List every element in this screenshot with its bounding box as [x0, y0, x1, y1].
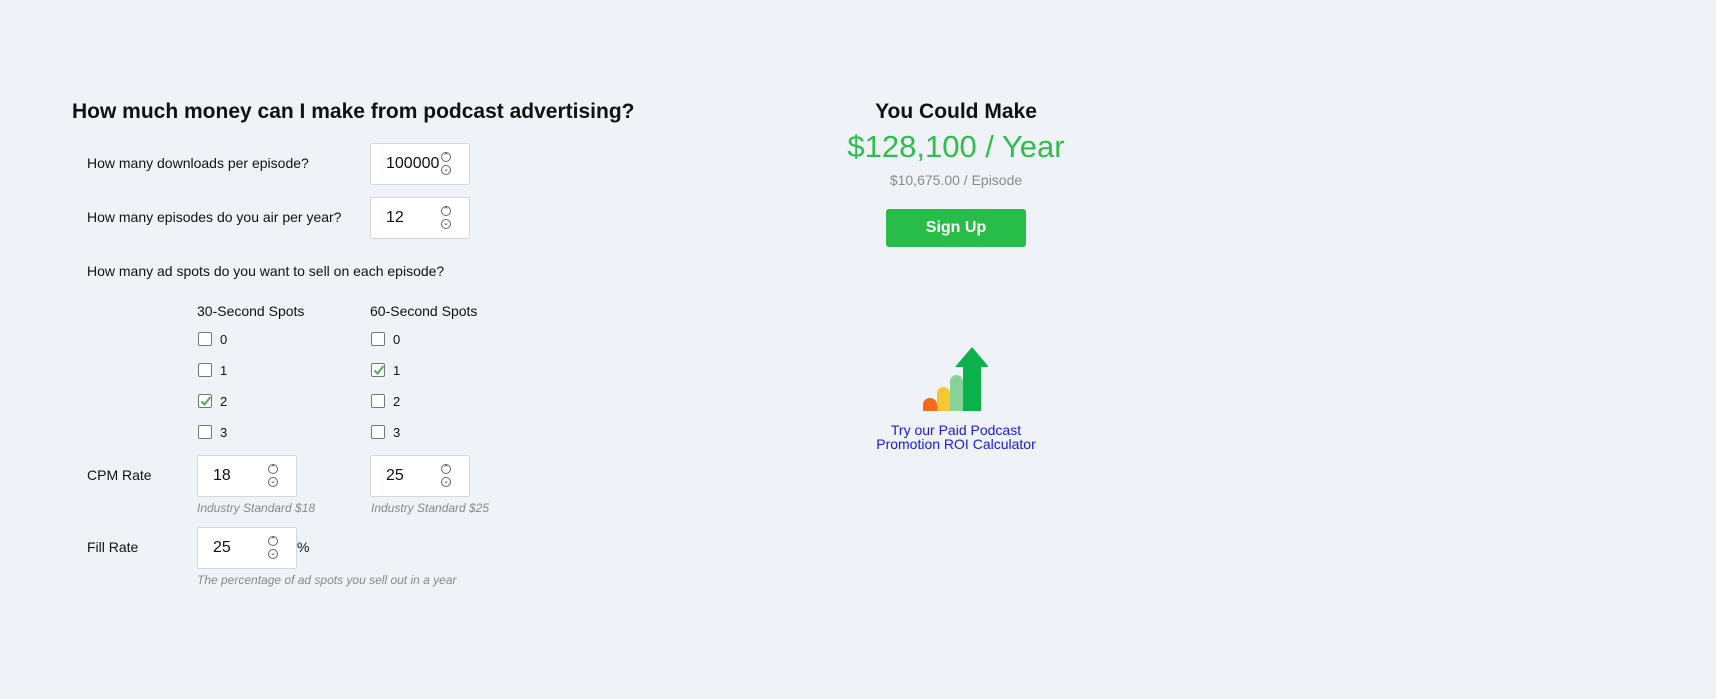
spots60-option-label: 3 [393, 425, 401, 440]
cpm30-input[interactable]: 18 ⌃ ⌄ [197, 455, 297, 497]
spots30-checkbox-3[interactable] [198, 425, 212, 439]
spots60-checkbox-1[interactable] [371, 363, 385, 377]
spots60-header: 60-Second Spots [370, 303, 478, 319]
downloads-spinner[interactable]: ⌃ ⌄ [441, 152, 453, 178]
cpm30-value: 18 [213, 467, 231, 484]
spin-up-icon[interactable]: ⌃ [268, 464, 278, 474]
spin-up-icon[interactable]: ⌃ [441, 152, 451, 162]
spots60-checkbox-3[interactable] [371, 425, 385, 439]
spots30-option-label: 2 [220, 394, 228, 409]
roi-calculator-link[interactable]: Try our Paid Podcast Promotion ROI Calcu… [856, 423, 1056, 451]
cpm30-hint: Industry Standard $18 [197, 501, 316, 515]
fill-rate-unit: % [297, 539, 310, 555]
spots60-checkbox-2[interactable] [371, 394, 385, 408]
spin-up-icon[interactable]: ⌃ [441, 206, 451, 216]
cpm60-input[interactable]: 25 ⌃ ⌄ [370, 455, 470, 497]
checkmark-icon [373, 365, 385, 375]
result-per-episode: $10,675.00 / Episode [889, 172, 1023, 188]
spots30-option-label: 0 [220, 332, 228, 347]
cpm-label: CPM Rate [87, 467, 152, 483]
sign-up-button[interactable]: Sign Up [886, 209, 1026, 247]
downloads-label: How many downloads per episode? [87, 155, 309, 171]
cpm30-spinner[interactable]: ⌃ ⌄ [268, 464, 280, 490]
episodes-label: How many episodes do you air per year? [87, 209, 342, 225]
result-title: You Could Make [875, 100, 1037, 123]
spots30-checkbox-0[interactable] [198, 332, 212, 346]
spin-down-icon[interactable]: ⌄ [441, 477, 451, 487]
episodes-input[interactable]: 12 ⌃ ⌄ [370, 197, 470, 239]
spots30-option-label: 3 [220, 425, 228, 440]
result-amount: $128,100 / Year [847, 129, 1065, 164]
spin-up-icon[interactable]: ⌃ [441, 464, 451, 474]
roi-link-line2: Promotion ROI Calculator [876, 436, 1036, 452]
cpm60-value: 25 [386, 467, 404, 484]
spots60-option-label: 0 [393, 332, 401, 347]
spin-down-icon[interactable]: ⌄ [441, 165, 451, 175]
growth-chart-icon [923, 347, 988, 411]
spots30-checkbox-1[interactable] [198, 363, 212, 377]
episodes-spinner[interactable]: ⌃ ⌄ [441, 206, 453, 232]
spots60-option-label: 1 [393, 363, 401, 378]
spin-down-icon[interactable]: ⌄ [268, 549, 278, 559]
fill-rate-hint: The percentage of ad spots you sell out … [197, 573, 457, 587]
downloads-input[interactable]: 100000 ⌃ ⌄ [370, 143, 470, 185]
cpm60-hint: Industry Standard $25 [371, 501, 490, 515]
spots30-header: 30-Second Spots [197, 303, 305, 319]
fill-rate-label: Fill Rate [87, 539, 139, 555]
spots30-checkbox-2[interactable] [198, 394, 212, 408]
ad-spots-question: How many ad spots do you want to sell on… [87, 263, 445, 279]
cpm60-spinner[interactable]: ⌃ ⌄ [441, 464, 453, 490]
fill-rate-spinner[interactable]: ⌃ ⌄ [268, 536, 280, 562]
spin-up-icon[interactable]: ⌃ [268, 536, 278, 546]
fill-rate-value: 25 [213, 539, 231, 556]
downloads-value: 100000 [386, 155, 440, 172]
spin-down-icon[interactable]: ⌄ [441, 219, 451, 229]
calculator-heading: How much money can I make from podcast a… [72, 100, 635, 123]
episodes-value: 12 [386, 209, 404, 226]
spots30-option-label: 1 [220, 363, 228, 378]
spin-down-icon[interactable]: ⌄ [268, 477, 278, 487]
spots60-checkbox-0[interactable] [371, 332, 385, 346]
spots60-option-label: 2 [393, 394, 401, 409]
checkmark-icon [200, 396, 212, 406]
fill-rate-input[interactable]: 25 ⌃ ⌄ [197, 527, 297, 569]
